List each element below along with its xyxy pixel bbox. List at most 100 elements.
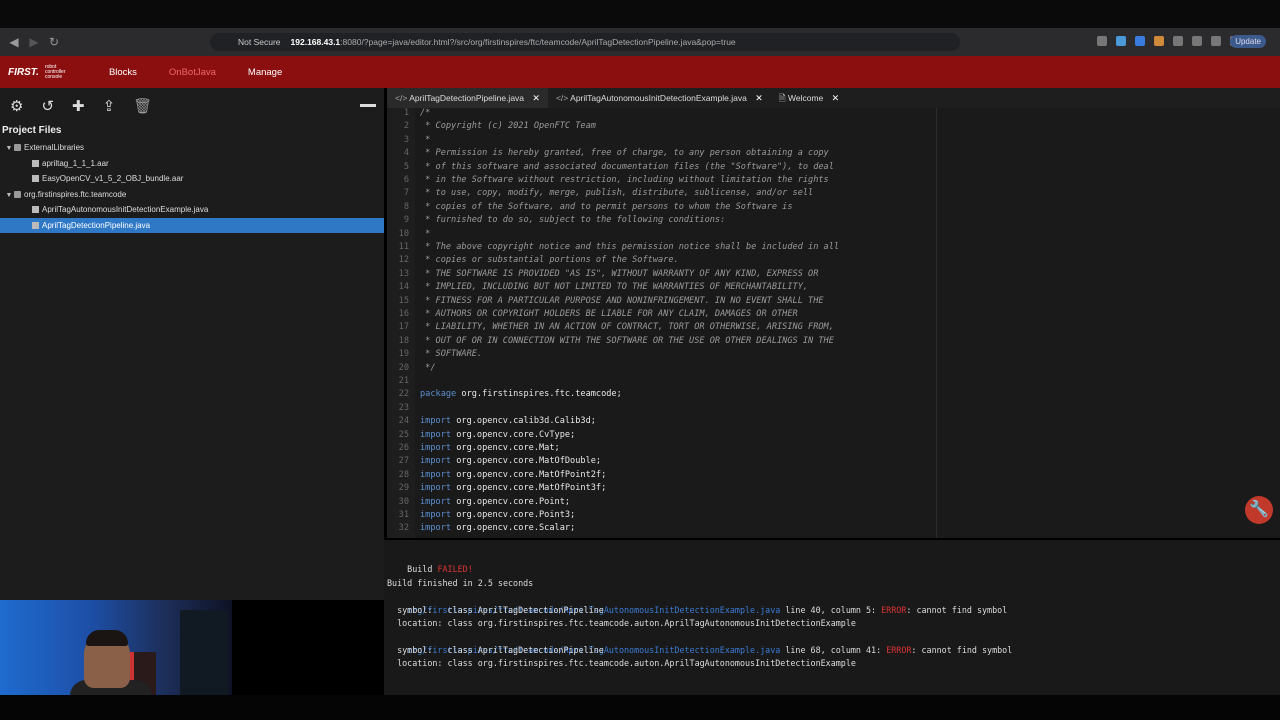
build-console: Build FAILED! Build finished in 2.5 seco…: [384, 540, 1280, 695]
trash-icon[interactable]: 🗑: [133, 97, 152, 115]
code-line[interactable]: 22 package org.firstinspires.ftc.teamcode…: [387, 388, 1280, 401]
extension-icon[interactable]: [1173, 36, 1183, 46]
code-line[interactable]: 23: [387, 402, 1280, 415]
extension-icon[interactable]: [1116, 36, 1126, 46]
address-bar[interactable]: Not Secure 192.168.43.1 :8080/?page=java…: [210, 33, 960, 51]
reload-icon[interactable]: ↻: [44, 35, 64, 49]
extension-icon[interactable]: [1154, 36, 1164, 46]
tree-folder-external-libraries[interactable]: ▼ ExternalLibraries: [0, 140, 384, 156]
line-number: 6: [403, 175, 409, 185]
line-number: 23: [398, 402, 409, 413]
code-line[interactable]: 19 * SOFTWARE.: [387, 348, 1280, 361]
window-top-bar: [0, 0, 1280, 28]
code-keyword: package: [420, 389, 457, 400]
tree-file-detection-pipeline[interactable]: AprilTagDetectionPipeline.java: [0, 217, 384, 233]
code-line[interactable]: 17 * LIABILITY, WHETHER IN AN ACTION OF …: [387, 321, 1280, 334]
extension-icon[interactable]: [1097, 36, 1107, 46]
wrench-icon[interactable]: 🔧: [1245, 496, 1273, 524]
app-nav: Blocks OnBotJava Manage: [93, 67, 298, 78]
code-line[interactable]: 13 * THE SOFTWARE IS PROVIDED "AS IS", W…: [387, 268, 1280, 281]
code-line[interactable]: 28 import org.opencv.core.MatOfPoint2f;: [387, 469, 1280, 482]
line-number: 10: [398, 228, 409, 239]
code-line[interactable]: 21: [387, 375, 1280, 388]
code-line[interactable]: 29 import org.opencv.core.MatOfPoint3f;: [387, 482, 1280, 495]
folder-icon: [14, 190, 21, 198]
gear-icon[interactable]: ⚙: [10, 97, 23, 115]
tab-autonomous-example[interactable]: </> AprilTagAutonomousInitDetectionExamp…: [548, 88, 771, 108]
nav-manage[interactable]: Manage: [232, 67, 298, 78]
code-line[interactable]: 10 *: [387, 228, 1280, 241]
nav-blocks[interactable]: Blocks: [93, 67, 153, 78]
tree-file-apriltag-aar[interactable]: apriltag_1_1_1.aar: [0, 156, 384, 172]
code-line[interactable]: 25 import org.opencv.core.CvType;: [387, 429, 1280, 442]
code-line[interactable]: 12 * copies or substantial portions of t…: [387, 254, 1280, 267]
expand-icon[interactable]: ▼: [4, 188, 14, 204]
code-line[interactable]: 5 * of this software and associated docu…: [387, 161, 1280, 174]
java-file-icon: </>: [555, 93, 569, 103]
close-icon[interactable]: ✕: [532, 93, 540, 103]
code-line[interactable]: 30 import org.opencv.core.Point;: [387, 496, 1280, 509]
build-failed-label: FAILED!: [437, 564, 473, 574]
tab-welcome[interactable]: 🗎 Welcome ✕: [771, 88, 847, 108]
code-line[interactable]: 9 * furnished to do so, subject to the f…: [387, 214, 1280, 227]
code-line[interactable]: 15 * FITNESS FOR A PARTICULAR PURPOSE AN…: [387, 295, 1280, 308]
extension-icon[interactable]: [1135, 36, 1145, 46]
nav-onbotjava[interactable]: OnBotJava: [153, 67, 232, 78]
close-icon[interactable]: ✕: [832, 93, 840, 103]
code-line[interactable]: 16 * AUTHORS OR COPYRIGHT HOLDERS BE LIA…: [387, 308, 1280, 321]
upload-icon[interactable]: ⇪: [103, 97, 116, 115]
undo-icon[interactable]: ↺: [41, 97, 54, 115]
code-line[interactable]: 1 /*: [387, 108, 1280, 120]
url-path: :8080/?page=java/editor.html?/src/org/fi…: [340, 37, 736, 47]
code-comment: * AUTHORS OR COPYRIGHT HOLDERS BE LIABLE…: [420, 309, 798, 319]
expand-icon[interactable]: ▼: [4, 141, 14, 157]
update-button[interactable]: Update: [1230, 35, 1266, 48]
not-secure-label: Not Secure: [238, 37, 281, 47]
line-number: 24: [398, 416, 409, 427]
code-editor[interactable]: 1/* 2 * Copyright (c) 2021 OpenFTC Team 3 …: [387, 108, 1280, 538]
code-keyword: import: [420, 416, 452, 427]
sidebar-icon[interactable]: [1211, 36, 1221, 46]
code-line[interactable]: 27 import org.opencv.core.MatOfDouble;: [387, 455, 1280, 468]
minimize-icon[interactable]: [360, 104, 376, 107]
code-keyword: import: [420, 523, 452, 534]
back-icon[interactable]: ◀: [4, 35, 24, 49]
code-line[interactable]: 20 */: [387, 362, 1280, 375]
line-number: 16: [398, 309, 409, 319]
forward-icon[interactable]: ▶: [24, 35, 44, 49]
code-line[interactable]: 11 * The above copyright notice and this…: [387, 241, 1280, 254]
code-line[interactable]: 6 * in the Software without restriction,…: [387, 174, 1280, 187]
code-line[interactable]: 4 * Permission is hereby granted, free o…: [387, 147, 1280, 160]
extension-icons: [1097, 36, 1240, 46]
code-text: org.opencv.core.Point3;: [451, 510, 576, 520]
tree-file-easyopencv-aar[interactable]: EasyOpenCV_v1_5_2_OBJ_bundle.aar: [0, 171, 384, 187]
code-line[interactable]: 3 *: [387, 134, 1280, 147]
line-number: 28: [398, 469, 409, 480]
code-line[interactable]: 7 * to use, copy, modify, merge, publish…: [387, 187, 1280, 200]
window-bottom-bar: [0, 695, 1280, 720]
line-number: 19: [398, 349, 409, 360]
line-number: 5: [403, 161, 409, 172]
code-comment: * THE SOFTWARE IS PROVIDED "AS IS", WITH…: [420, 268, 819, 279]
line-number: 31: [398, 510, 409, 520]
tab-detection-pipeline[interactable]: </> AprilTagDetectionPipeline.java ✕: [387, 88, 548, 108]
code-line[interactable]: 18 * OUT OF OR IN CONNECTION WITH THE SO…: [387, 335, 1280, 348]
code-line[interactable]: 2 * Copyright (c) 2021 OpenFTC Team: [387, 120, 1280, 133]
code-line[interactable]: 14 * IMPLIED, INCLUDING BUT NOT LIMITED …: [387, 281, 1280, 294]
line-number: 21: [398, 376, 409, 386]
logo-subtitle: robot controller console: [44, 63, 66, 80]
document-icon: 🗎: [778, 93, 786, 103]
tree-file-autonomous-example[interactable]: AprilTagAutonomousInitDetectionExample.j…: [0, 202, 384, 218]
code-line[interactable]: 31 import org.opencv.core.Point3;: [387, 509, 1280, 522]
code-keyword: import: [420, 469, 452, 480]
code-line[interactable]: 8 * copies of the Software, and to permi…: [387, 201, 1280, 214]
webcam-person-hair: [86, 630, 128, 646]
close-icon[interactable]: ✕: [755, 93, 763, 103]
plus-icon[interactable]: ✚: [72, 97, 85, 115]
line-number: 14: [398, 282, 409, 293]
tree-folder-teamcode[interactable]: ▼ org.firstinspires.ftc.teamcode: [0, 187, 384, 203]
puzzle-icon[interactable]: [1192, 36, 1202, 46]
code-line[interactable]: 32 import org.opencv.core.Scalar;: [387, 522, 1280, 535]
code-line[interactable]: 26 import org.opencv.core.Mat;: [387, 442, 1280, 455]
code-line[interactable]: 24 import org.opencv.calib3d.Calib3d;: [387, 415, 1280, 428]
